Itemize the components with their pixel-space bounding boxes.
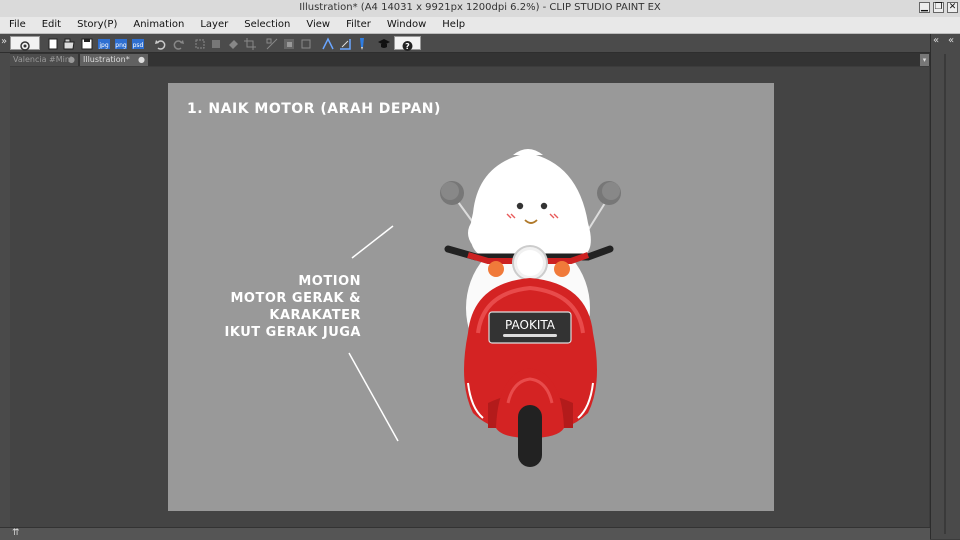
- menu-edit[interactable]: Edit: [33, 17, 68, 33]
- status-bar: ⇈: [0, 527, 930, 540]
- tab-close-icon[interactable]: ●: [138, 54, 145, 66]
- tab-label: Illustration*: [83, 55, 130, 64]
- maximize-button[interactable]: ❐: [933, 2, 944, 13]
- close-button[interactable]: ✕: [947, 2, 958, 13]
- expand-panel-icon[interactable]: ⇈: [12, 528, 20, 539]
- panel-collapse-icon[interactable]: »: [1, 37, 7, 47]
- right-panel-dock: « «: [930, 34, 960, 539]
- menu-animation[interactable]: Animation: [124, 17, 191, 33]
- tab-label: Valencia #Mini: [13, 55, 73, 64]
- pen-pressure-icon[interactable]: [355, 36, 369, 50]
- new-file-icon[interactable]: [46, 36, 60, 50]
- open-file-icon[interactable]: [62, 36, 76, 50]
- tab-illustration[interactable]: Illustration* ●: [80, 54, 148, 66]
- menu-filter[interactable]: Filter: [337, 17, 378, 33]
- menu-selection[interactable]: Selection: [235, 17, 297, 33]
- motion-line-bottom: [348, 352, 399, 442]
- tab-valencia[interactable]: Valencia #Mini ●: [10, 54, 78, 66]
- tab-scroll-icon[interactable]: ▾: [920, 54, 929, 66]
- export-jpg-icon[interactable]: jpg: [97, 36, 111, 50]
- learn-icon[interactable]: [377, 36, 391, 50]
- plate-text: PAOKITA: [505, 318, 556, 332]
- menu-file[interactable]: File: [0, 17, 33, 33]
- snap-grid-icon[interactable]: [338, 36, 352, 50]
- svg-text:?: ?: [405, 42, 410, 51]
- help-button[interactable]: ?: [394, 36, 421, 51]
- motion-line-top: [351, 225, 394, 259]
- dock-collapse-icon[interactable]: «: [933, 36, 939, 46]
- menu-layer[interactable]: Layer: [191, 17, 235, 33]
- export-png-icon[interactable]: png: [114, 36, 128, 50]
- clear-icon[interactable]: [209, 36, 223, 50]
- panel-divider[interactable]: [944, 54, 946, 534]
- fill-icon[interactable]: [226, 36, 240, 50]
- quick-mask-icon[interactable]: [282, 36, 296, 50]
- title-bar: Illustration* (A4 14031 x 9921px 1200dpi…: [0, 0, 960, 18]
- clip-studio-logo-icon[interactable]: [10, 36, 40, 51]
- minimize-button[interactable]: ▁: [919, 2, 930, 13]
- front-wheel: [518, 405, 542, 467]
- menu-view[interactable]: View: [297, 17, 337, 33]
- dock-collapse-icon-2[interactable]: «: [948, 36, 954, 46]
- selection-icon[interactable]: [265, 36, 279, 50]
- illustration-artwork: PAOKITA: [348, 149, 621, 467]
- redo-icon[interactable]: [171, 36, 185, 50]
- transform-icon[interactable]: [193, 36, 207, 50]
- undo-icon[interactable]: [154, 36, 168, 50]
- menu-help[interactable]: Help: [433, 17, 472, 33]
- tab-close-icon[interactable]: ●: [68, 54, 75, 66]
- export-psd-icon[interactable]: psd: [131, 36, 145, 50]
- menu-window[interactable]: Window: [378, 17, 433, 33]
- snap-ruler-icon[interactable]: [321, 36, 335, 50]
- menu-story[interactable]: Story(P): [68, 17, 124, 33]
- menu-bar: File Edit Story(P) Animation Layer Selec…: [0, 17, 960, 34]
- window-title: Illustration* (A4 14031 x 9921px 1200dpi…: [299, 2, 661, 13]
- help-icon: ?: [402, 41, 413, 51]
- left-panel-strip: [0, 53, 10, 528]
- command-bar: » jpg png psd ?: [0, 34, 960, 53]
- license-plate: PAOKITA: [488, 311, 572, 344]
- jpg-label: jpg: [98, 42, 108, 49]
- png-label: png: [115, 42, 127, 49]
- save-icon[interactable]: [80, 36, 94, 50]
- psd-label: psd: [133, 42, 144, 49]
- layer-mask-icon[interactable]: [299, 36, 313, 50]
- headlight: [512, 245, 548, 281]
- document-tab-bar: Valencia #Mini ● Illustration* ● ▾: [0, 53, 930, 66]
- crop-icon[interactable]: [243, 36, 257, 50]
- canvas-paper[interactable]: 1. NAIK MOTOR (ARAH DEPAN) MOTION MOTOR …: [168, 83, 774, 511]
